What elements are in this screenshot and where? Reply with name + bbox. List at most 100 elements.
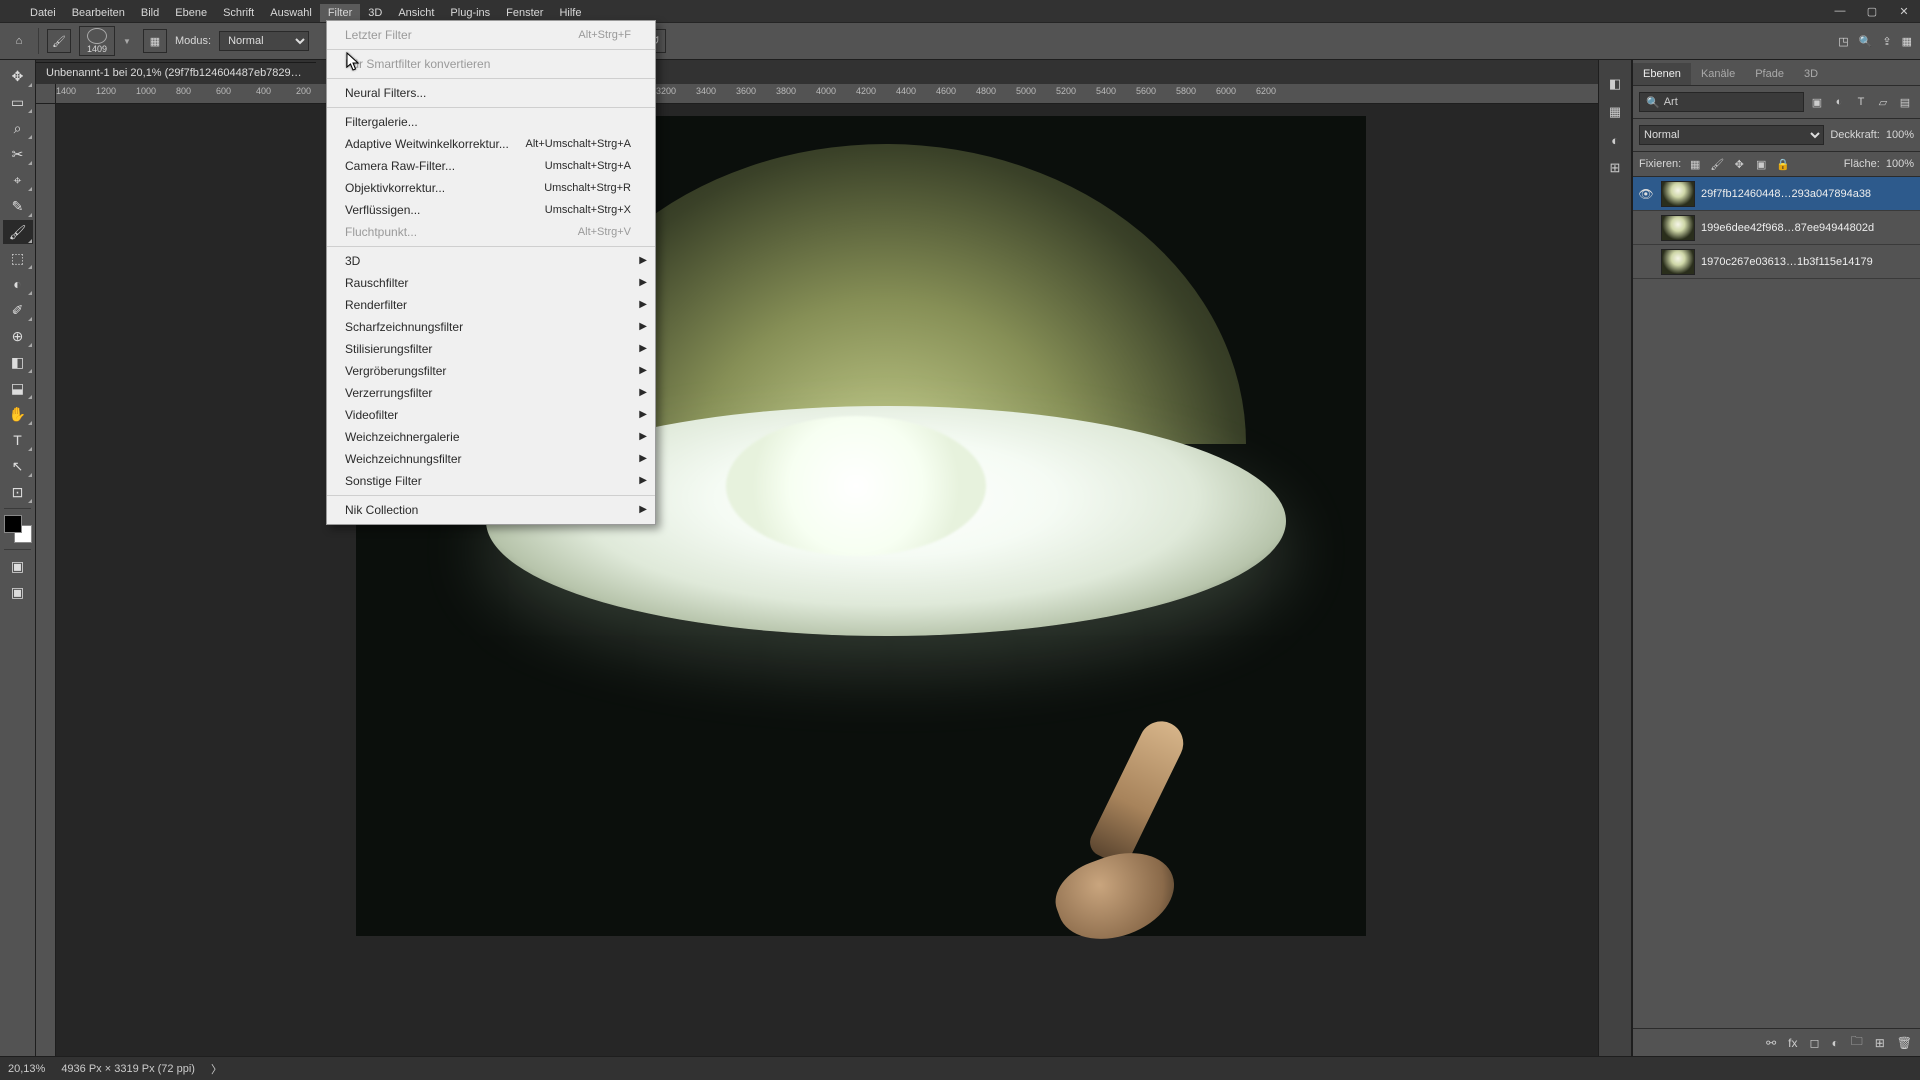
fg-bg-colors[interactable] <box>4 515 32 543</box>
share-icon[interactable]: ⇪ <box>1882 35 1891 48</box>
layer-name[interactable]: 29f7fb12460448…293a047894a38 <box>1701 188 1916 200</box>
tool-0[interactable]: ✥ <box>3 64 33 88</box>
menu-item[interactable]: Vergröberungsfilter▶ <box>327 360 655 382</box>
chevron-down-icon[interactable]: ▼ <box>123 37 135 46</box>
filter-menu-dropdown[interactable]: Letzter FilterAlt+Strg+FFür Smartfilter … <box>326 20 656 525</box>
opacity-value[interactable]: 100% <box>1886 129 1914 141</box>
menu-item[interactable]: Filtergalerie... <box>327 111 655 133</box>
panel-tab-kanäle[interactable]: Kanäle <box>1691 63 1745 85</box>
canvas[interactable] <box>56 104 1598 1056</box>
quick-mask-icon[interactable]: ▣ <box>3 554 33 578</box>
menu-item[interactable]: Videofilter▶ <box>327 404 655 426</box>
tool-9[interactable]: ✐ <box>3 298 33 322</box>
close-button[interactable]: ✕ <box>1888 0 1920 22</box>
blend-mode-select[interactable]: Normal <box>219 31 309 51</box>
lock-transparency-icon[interactable]: ▦ <box>1687 156 1703 172</box>
menu-item[interactable]: Sonstige Filter▶ <box>327 470 655 492</box>
new-layer-icon[interactable]: ⊞ <box>1875 1036 1885 1050</box>
delete-layer-icon[interactable]: 🗑 <box>1897 1036 1912 1050</box>
cloud-docs-icon[interactable]: ◳ <box>1838 35 1848 48</box>
menu-schrift[interactable]: Schrift <box>215 4 262 22</box>
search-icon[interactable]: 🔍 <box>1859 35 1873 48</box>
adjustment-layer-icon[interactable]: ◐ <box>1831 1036 1838 1050</box>
menu-item[interactable]: Objektivkorrektur...Umschalt+Strg+R <box>327 177 655 199</box>
panel-tab-3d[interactable]: 3D <box>1794 63 1828 85</box>
panel-tab-ebenen[interactable]: Ebenen <box>1633 63 1691 85</box>
color-panel-icon[interactable]: ◧ <box>1603 72 1627 96</box>
document-tab[interactable]: Unbenannt-1 bei 20,1% (29f7fb124604487eb… <box>36 62 316 83</box>
layer-thumbnail[interactable] <box>1661 181 1695 207</box>
layer-name[interactable]: 199e6dee42f968…87ee94944802d <box>1701 222 1916 234</box>
tool-11[interactable]: ◧ <box>3 350 33 374</box>
workspace-icon[interactable]: ▦ <box>1902 35 1912 48</box>
fill-value[interactable]: 100% <box>1886 158 1914 170</box>
adjustments-panel-icon[interactable]: ◐ <box>1603 128 1627 152</box>
lock-artboard-icon[interactable]: ▣ <box>1753 156 1769 172</box>
menu-item[interactable]: Weichzeichnergalerie▶ <box>327 426 655 448</box>
tool-8[interactable]: ◐ <box>3 272 33 296</box>
filter-pixel-icon[interactable]: ▣ <box>1808 93 1826 111</box>
home-icon[interactable]: ⌂ <box>8 30 30 52</box>
link-layers-icon[interactable]: ⚯ <box>1766 1036 1776 1050</box>
tool-3[interactable]: ✂ <box>3 142 33 166</box>
lock-all-icon[interactable]: 🔒 <box>1775 156 1791 172</box>
tool-14[interactable]: T <box>3 428 33 452</box>
vertical-ruler[interactable] <box>36 104 56 1056</box>
screen-mode-icon[interactable]: ▣ <box>3 580 33 604</box>
group-icon[interactable]: 🗀 <box>1851 1032 1863 1053</box>
menu-item[interactable]: Camera Raw-Filter...Umschalt+Strg+A <box>327 155 655 177</box>
maximize-button[interactable]: ▢ <box>1856 0 1888 22</box>
filter-smart-icon[interactable]: ▤ <box>1896 93 1914 111</box>
menu-bearbeiten[interactable]: Bearbeiten <box>64 4 133 22</box>
menu-item[interactable]: Stilisierungsfilter▶ <box>327 338 655 360</box>
menu-item[interactable]: Verzerrungsfilter▶ <box>327 382 655 404</box>
filter-shape-icon[interactable]: ▱ <box>1874 93 1892 111</box>
tool-5[interactable]: ✎ <box>3 194 33 218</box>
tool-2[interactable]: ⌕ <box>3 116 33 140</box>
menu-bild[interactable]: Bild <box>133 4 167 22</box>
tool-4[interactable]: ⌖ <box>3 168 33 192</box>
menu-item[interactable]: Scharfzeichnungsfilter▶ <box>327 316 655 338</box>
tool-6[interactable]: 🖌 <box>3 220 33 244</box>
layer-thumbnail[interactable] <box>1661 215 1695 241</box>
document-info[interactable]: 4936 Px × 3319 Px (72 ppi) <box>61 1063 195 1075</box>
lock-position-icon[interactable]: ✥ <box>1731 156 1747 172</box>
ruler-origin[interactable] <box>36 84 56 104</box>
menu-item[interactable]: Weichzeichnungsfilter▶ <box>327 448 655 470</box>
layer-filter-type[interactable]: 🔍 Art <box>1639 92 1804 112</box>
tool-10[interactable]: ⊕ <box>3 324 33 348</box>
menu-item[interactable]: Verflüssigen...Umschalt+Strg+X <box>327 199 655 221</box>
lock-image-icon[interactable]: 🖌 <box>1709 156 1725 172</box>
menu-item[interactable]: Adaptive Weitwinkelkorrektur...Alt+Umsch… <box>327 133 655 155</box>
active-tool-icon[interactable]: 🖌 <box>47 29 71 53</box>
panel-tab-pfade[interactable]: Pfade <box>1745 63 1794 85</box>
filter-adjust-icon[interactable]: ◐ <box>1830 93 1848 111</box>
layer-name[interactable]: 1970c267e03613…1b3f115e14179 <box>1701 256 1916 268</box>
brush-settings-icon[interactable]: ▦ <box>143 29 167 53</box>
status-chevron-icon[interactable]: 〉 <box>211 1061 222 1077</box>
menu-auswahl[interactable]: Auswahl <box>262 4 320 22</box>
menu-item[interactable]: Renderfilter▶ <box>327 294 655 316</box>
menu-item[interactable]: Nik Collection▶ <box>327 499 655 521</box>
minimize-button[interactable]: — <box>1824 0 1856 22</box>
tool-15[interactable]: ↖ <box>3 454 33 478</box>
properties-panel-icon[interactable]: ⊞ <box>1603 156 1627 180</box>
menu-datei[interactable]: Datei <box>22 4 64 22</box>
layer-blend-mode[interactable]: Normal <box>1639 125 1824 145</box>
layer-thumbnail[interactable] <box>1661 249 1695 275</box>
tool-1[interactable]: ▭ <box>3 90 33 114</box>
tool-12[interactable]: ⬓ <box>3 376 33 400</box>
layer-row[interactable]: 199e6dee42f968…87ee94944802d <box>1633 211 1920 245</box>
zoom-level[interactable]: 20,13% <box>8 1063 45 1075</box>
filter-type-icon[interactable]: T <box>1852 93 1870 111</box>
tool-16[interactable]: ⊡ <box>3 480 33 504</box>
menu-ebene[interactable]: Ebene <box>167 4 215 22</box>
tool-13[interactable]: ✋ <box>3 402 33 426</box>
layer-mask-icon[interactable]: ◻ <box>1809 1036 1819 1050</box>
layer-style-icon[interactable]: fx <box>1788 1036 1797 1050</box>
layer-row[interactable]: 👁29f7fb12460448…293a047894a38 <box>1633 177 1920 211</box>
menu-item[interactable]: Neural Filters... <box>327 82 655 104</box>
swatches-panel-icon[interactable]: ▦ <box>1603 100 1627 124</box>
layer-row[interactable]: 1970c267e03613…1b3f115e14179 <box>1633 245 1920 279</box>
menu-item[interactable]: Rauschfilter▶ <box>327 272 655 294</box>
